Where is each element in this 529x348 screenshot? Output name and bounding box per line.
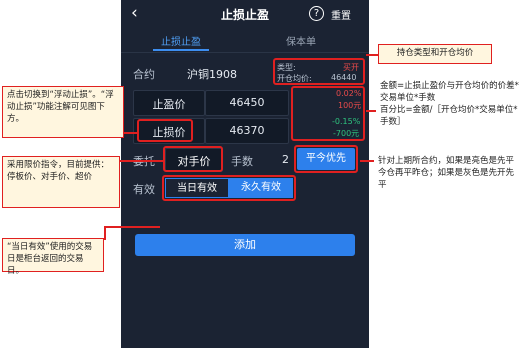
stop-loss-input[interactable]: 46370 <box>205 118 289 144</box>
take-profit-label: 止盈价 <box>152 98 186 111</box>
price-type-arrow <box>120 160 164 162</box>
nav-bar: ‹ 止损止盈 ? 重置 <box>121 0 369 28</box>
close-priority-highlight <box>294 145 358 173</box>
contract-name: 沪铜1908 <box>187 68 237 81</box>
reset-button[interactable]: 重置 <box>331 7 351 22</box>
take-profit-input[interactable]: 46450 <box>205 90 289 116</box>
close-mode-arrow <box>360 160 374 162</box>
amount-note: 金额=止损止盈价与开仓均价的价差*交易单位*手数 百分比=金额/［开仓均价*交易… <box>376 78 526 140</box>
price-type-highlight <box>163 146 223 172</box>
amount-note-arrow <box>366 110 376 112</box>
take-profit-value: 46450 <box>229 96 265 109</box>
position-highlight <box>273 58 365 85</box>
close-mode-note: 针对上期所合约，如果是亮色是先平今仓再平昨仓；如果是灰色是先开先平 <box>374 153 526 199</box>
validity-note-arrow-v <box>104 226 106 240</box>
contract-label: 合约 <box>133 68 155 81</box>
stop-loss-toggle-highlight <box>137 119 193 142</box>
floating-stop-note: 点击切换到“浮动止损”。“浮动止损”功能注解可见图下方。 <box>2 86 124 138</box>
question-circle-icon[interactable]: ? <box>309 6 324 21</box>
validity-highlight <box>162 175 296 201</box>
price-type-note: 采用限价指令，目前提供：停板价、对手价、超价 <box>2 156 120 208</box>
tab-divider <box>121 52 369 53</box>
validity-label: 有效 <box>133 183 155 196</box>
amount-highlight <box>291 86 365 141</box>
tab-breakeven[interactable]: 保本单 <box>286 33 316 48</box>
validity-note-arrow-h <box>104 226 160 228</box>
quantity-label: 手数 <box>231 155 253 168</box>
phone-screen: ‹ 止损止盈 ? 重置 止损止盈 保本单 合约 沪铜1908 类型: 买开 开仓… <box>121 0 369 348</box>
validity-note: “当日有效”使用的交易日是柜台返回的交易日。 <box>2 238 104 276</box>
stop-loss-value: 46370 <box>229 124 265 137</box>
floating-stop-arrow <box>124 132 138 134</box>
quantity-value[interactable]: 2 <box>282 153 289 166</box>
tab-stop-loss-take-profit[interactable]: 止损止盈 <box>161 33 201 48</box>
position-note-arrow <box>366 54 378 56</box>
take-profit-label-box: 止盈价 <box>133 90 205 116</box>
position-note: 持仓类型和开仓均价 <box>378 44 492 64</box>
active-tab-indicator <box>153 49 209 51</box>
add-button[interactable]: 添加 <box>135 234 355 256</box>
